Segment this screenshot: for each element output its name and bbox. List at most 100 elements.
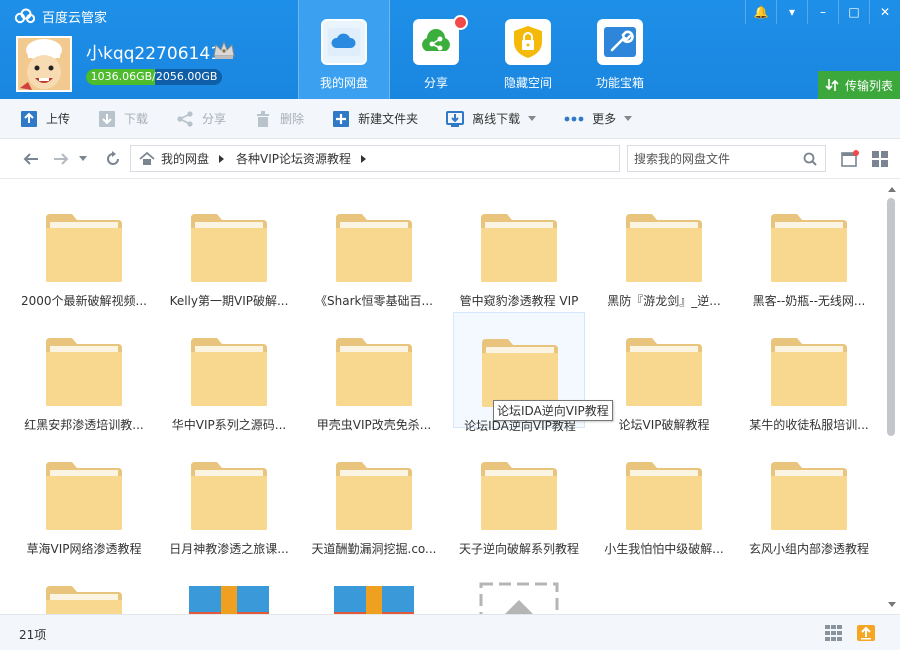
file-name: 天道酬勤漏洞挖掘.co... <box>311 542 437 556</box>
folder-item[interactable]: 某牛的收徒私服培训... <box>743 312 875 432</box>
notification-bell-icon[interactable]: 🔔 <box>745 0 776 24</box>
thumbnail-view-icon[interactable] <box>825 625 843 641</box>
upload-panel-icon[interactable] <box>857 625 875 641</box>
scroll-down-arrow-icon[interactable] <box>888 602 896 607</box>
transfer-list-button[interactable]: 传输列表 <box>818 71 900 99</box>
forward-arrow-icon[interactable] <box>52 150 70 168</box>
offline-download-label: 离线下载 <box>472 112 521 126</box>
archive-file-item[interactable] <box>308 560 440 614</box>
folder-item[interactable]: 管中窥豹渗透教程 VIP <box>453 188 585 308</box>
file-name: 某牛的收徒私服培训... <box>749 418 869 432</box>
username[interactable]: 小kqq22706141 <box>86 39 221 64</box>
more-dots-icon <box>564 116 584 121</box>
breadcrumb-current-folder[interactable]: 各种VIP论坛资源教程 <box>236 150 351 167</box>
scroll-up-arrow-icon[interactable] <box>888 187 896 192</box>
folder-item[interactable]: 天子逆向破解系列教程 <box>453 436 585 556</box>
breadcrumb-my-drive[interactable]: 我的网盘 <box>161 150 209 167</box>
folder-item[interactable]: 红黑安邦渗透培训教... <box>18 312 150 432</box>
delete-label: 删除 <box>280 112 305 126</box>
quota-text: 1036.06GB/2056.00GB <box>90 70 218 83</box>
folder-item[interactable]: 2000个最新破解视频... <box>18 188 150 308</box>
minimize-icon[interactable]: – <box>807 0 838 24</box>
new-folder-button[interactable]: 新建文件夹 <box>332 99 418 139</box>
new-folder-icon <box>333 110 350 127</box>
vip-crown-icon[interactable] <box>212 40 236 60</box>
folder-item[interactable]: 天道酬勤漏洞挖掘.co... <box>308 436 440 556</box>
file-name: 草海VIP网络渗透教程 <box>26 542 142 556</box>
back-arrow-icon[interactable] <box>22 150 40 168</box>
folder-item[interactable]: 日月神教渗透之旅课... <box>163 436 295 556</box>
breadcrumb-separator-icon[interactable] <box>219 154 225 163</box>
status-bar: 21项 <box>0 614 900 650</box>
folder-icon <box>482 339 558 407</box>
share-label: 分享 <box>202 112 227 126</box>
delete-button[interactable]: 删除 <box>254 99 304 139</box>
folder-item[interactable]: 草海VIP网络渗透教程 <box>18 436 150 556</box>
home-icon[interactable] <box>139 151 155 166</box>
menu-dropdown-icon[interactable]: ▾ <box>776 0 807 24</box>
archive-file-item[interactable] <box>163 560 295 614</box>
tab-hidden-space[interactable]: 隐藏空间 <box>482 0 574 99</box>
history-dropdown-icon[interactable] <box>78 150 88 168</box>
download-button[interactable]: 下载 <box>98 99 148 139</box>
tab-hidden-space-label: 隐藏空间 <box>503 76 552 90</box>
folder-icon <box>191 338 267 406</box>
upload-label: 上传 <box>46 112 71 126</box>
grid-view-icon[interactable] <box>871 150 889 168</box>
search-icon[interactable] <box>803 152 817 166</box>
folder-item[interactable]: Kelly第一期VIP破解... <box>163 188 295 308</box>
folder-item[interactable]: 论坛VIP破解教程 <box>598 312 730 432</box>
file-name: 小生我怕怕中级破解... <box>604 542 724 556</box>
offline-download-button[interactable]: 离线下载 <box>446 99 537 139</box>
search-box <box>627 145 826 172</box>
folder-item[interactable]: 华中VIP系列之源码... <box>163 312 295 432</box>
file-tooltip: 论坛IDA逆向VIP教程 <box>493 400 613 421</box>
folder-item[interactable]: 甲壳虫VIP改壳免杀... <box>308 312 440 432</box>
avatar[interactable] <box>16 36 72 92</box>
tab-toolbox[interactable]: 功能宝箱 <box>574 0 666 99</box>
folder-icon <box>481 214 557 282</box>
file-name: 华中VIP系列之源码... <box>171 418 287 432</box>
transfer-list-label: 传输列表 <box>844 78 893 93</box>
baidu-cloud-logo-icon <box>14 8 36 24</box>
tab-share[interactable]: 分享 <box>390 0 482 99</box>
vertical-scrollbar[interactable] <box>884 180 900 614</box>
folder-icon <box>46 338 122 406</box>
tab-my-drive[interactable]: 我的网盘 <box>298 0 390 99</box>
app-header: 百度云管家 小kqq22706141 1036.06GB/2056.00GB 我… <box>0 0 900 99</box>
scrollbar-thumb[interactable] <box>887 198 895 436</box>
folder-item[interactable] <box>18 560 150 614</box>
folder-item[interactable]: 玄风小组内部渗透教程 <box>743 436 875 556</box>
upload-button[interactable]: 上传 <box>20 99 70 139</box>
upload-icon <box>21 110 37 127</box>
file-name: 管中窥豹渗透教程 VIP <box>459 294 579 308</box>
file-name: 日月神教渗透之旅课... <box>169 542 289 556</box>
folder-icon <box>46 586 122 614</box>
more-button[interactable]: 更多 <box>564 99 633 139</box>
folder-icon <box>336 462 412 530</box>
upload-placeholder-item[interactable] <box>453 560 585 614</box>
breadcrumb-separator-icon[interactable] <box>361 154 367 163</box>
share-button[interactable]: 分享 <box>176 99 226 139</box>
maximize-icon[interactable]: □ <box>838 0 869 24</box>
folder-item[interactable]: 黑防『游龙剑』_逆... <box>598 188 730 308</box>
download-icon <box>99 110 116 127</box>
folder-item[interactable]: 小生我怕怕中级破解... <box>598 436 730 556</box>
close-icon[interactable]: ✕ <box>869 0 900 24</box>
folder-icon <box>46 462 122 530</box>
refresh-icon[interactable] <box>104 150 122 168</box>
preview-toggle-icon[interactable] <box>841 150 859 168</box>
folder-icon <box>771 214 847 282</box>
transfer-arrows-icon <box>825 79 839 91</box>
lock-icon <box>505 19 551 65</box>
breadcrumb: 我的网盘 各种VIP论坛资源教程 <box>130 145 620 172</box>
file-name: 黑客--奶瓶--无线网... <box>752 294 866 308</box>
folder-icon <box>771 338 847 406</box>
toolbox-icon <box>597 19 643 65</box>
folder-item[interactable]: 《Shark恒零基础百... <box>308 188 440 308</box>
folder-item[interactable]: 黑客--奶瓶--无线网... <box>743 188 875 308</box>
file-name: 玄风小组内部渗透教程 <box>748 542 869 556</box>
share-notification-badge <box>453 15 468 30</box>
file-name: 论坛VIP破解教程 <box>618 418 710 432</box>
search-input[interactable] <box>634 151 794 167</box>
